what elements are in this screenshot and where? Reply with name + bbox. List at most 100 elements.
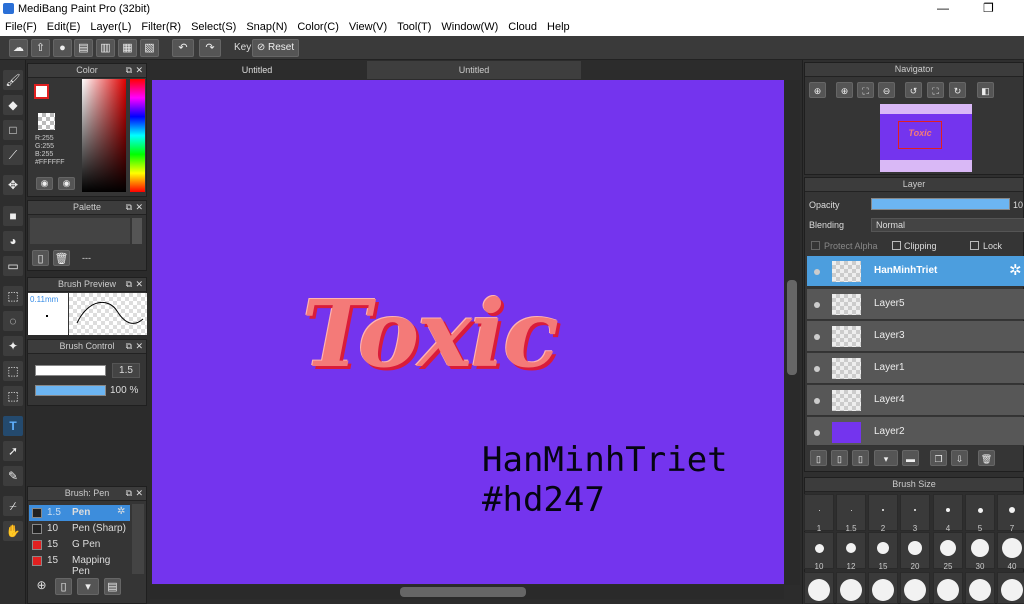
close-icon[interactable]: ✕: [135, 340, 143, 353]
operation-tool-icon[interactable]: ➚: [3, 441, 23, 461]
eraser-tool-icon[interactable]: ◆: [3, 95, 23, 115]
add-brush-icon[interactable]: ⊕: [33, 578, 50, 595]
brush-tool-icon[interactable]: 🖌: [3, 70, 23, 90]
layer-opacity-slider[interactable]: [871, 198, 1010, 210]
undock-icon[interactable]: ⧉: [126, 278, 132, 291]
rotate-left-icon[interactable]: ↺: [905, 82, 922, 98]
minimize-icon[interactable]: —: [937, 1, 949, 15]
zoom-icon[interactable]: ⊕: [809, 82, 826, 98]
tab-untitled-2[interactable]: Untitled: [367, 61, 581, 79]
rotate-right-icon[interactable]: ↻: [949, 82, 966, 98]
fit-icon[interactable]: ⛶: [857, 82, 874, 98]
menu-window[interactable]: Window(W): [436, 21, 503, 33]
brush-opacity-slider[interactable]: [35, 385, 106, 396]
gradient-tool-icon[interactable]: ▭: [3, 256, 23, 276]
divide-tool-icon[interactable]: ✎: [3, 466, 23, 486]
menu-layer[interactable]: Layer(L): [85, 21, 136, 33]
primary-color-swatch[interactable]: [34, 84, 49, 99]
rectangle-tool-icon[interactable]: □: [3, 120, 23, 140]
lock-checkbox[interactable]: [970, 241, 979, 250]
brush-menu-icon[interactable]: ▾: [77, 578, 99, 595]
brush-size-slider[interactable]: [35, 365, 106, 376]
brush-settings-icon[interactable]: ▤: [104, 578, 121, 595]
add-layer-menu-icon[interactable]: ▾: [874, 450, 898, 466]
protect-alpha-checkbox[interactable]: [811, 241, 820, 250]
redo-icon[interactable]: ↷: [199, 39, 221, 57]
vertical-scroll-thumb[interactable]: [787, 280, 797, 375]
menu-cloud[interactable]: Cloud: [503, 21, 542, 33]
close-icon[interactable]: ✕: [135, 64, 143, 77]
message-icon[interactable]: ▤: [74, 39, 93, 57]
menu-snap[interactable]: Snap(N): [241, 21, 292, 33]
eyedropper-icon[interactable]: ⌿: [3, 496, 23, 516]
hue-slider[interactable]: [130, 79, 145, 192]
new-halftone-layer-icon[interactable]: ▯: [831, 450, 848, 466]
new-8bit-layer-icon[interactable]: ▯: [852, 450, 869, 466]
undock-icon[interactable]: ⧉: [126, 340, 132, 353]
brush-size-value[interactable]: 1.5: [112, 363, 140, 378]
menu-filter[interactable]: Filter(R): [136, 21, 186, 33]
fit-window-icon[interactable]: ⛶: [927, 82, 944, 98]
reset-button[interactable]: ⊘ Reset: [252, 39, 299, 57]
layer-row-hanminhtriet[interactable]: HanMinhTriet ✲: [807, 256, 1024, 287]
navigator-viewport[interactable]: Toxic: [898, 121, 942, 149]
new-brush-icon[interactable]: ▯: [55, 578, 72, 595]
line-tool-icon[interactable]: ⟋: [3, 145, 23, 165]
brush-item-pen[interactable]: 1.5 Pen ✲: [29, 505, 130, 521]
undock-icon[interactable]: ⧉: [126, 487, 132, 500]
move-tool-icon[interactable]: ✥: [3, 175, 23, 195]
grid-icon[interactable]: ▦: [118, 39, 137, 57]
delete-layer-icon[interactable]: 🗑: [978, 450, 995, 466]
upload-icon[interactable]: ⇧: [31, 39, 50, 57]
visibility-icon[interactable]: [814, 334, 820, 340]
navigator-thumbnail[interactable]: Toxic: [880, 104, 972, 172]
menu-file[interactable]: File(F): [0, 21, 42, 33]
lasso-tool-icon[interactable]: ◌: [3, 311, 23, 331]
new-layer-icon[interactable]: ▯: [810, 450, 827, 466]
document-icon[interactable]: ▥: [96, 39, 115, 57]
tiles-icon[interactable]: ▧: [140, 39, 159, 57]
brush-item-pen-sharp[interactable]: 10 Pen (Sharp): [29, 521, 130, 537]
duplicate-layer-icon[interactable]: ❐: [930, 450, 947, 466]
menu-edit[interactable]: Edit(E): [42, 21, 86, 33]
brush-list-scrollbar[interactable]: [132, 504, 144, 574]
bucket-tool-icon[interactable]: ◕: [3, 231, 23, 251]
brush-item-g-pen[interactable]: 15 G Pen: [29, 537, 130, 553]
visibility-icon[interactable]: [814, 366, 820, 372]
horizontal-scrollbar[interactable]: [150, 585, 784, 599]
cloud-icon[interactable]: ☁: [9, 39, 28, 57]
select-eraser-icon[interactable]: ⬚: [3, 386, 23, 406]
brush-item-mapping-pen[interactable]: 15 Mapping Pen: [29, 553, 130, 577]
magic-wand-icon[interactable]: ✦: [3, 336, 23, 356]
comment-icon[interactable]: ●: [53, 39, 72, 57]
undo-icon[interactable]: ↶: [172, 39, 194, 57]
merge-layer-icon[interactable]: ⇩: [951, 450, 968, 466]
layer-row-layer1[interactable]: Layer1: [807, 353, 1024, 384]
menu-color[interactable]: Color(C): [292, 21, 344, 33]
zoom-in-icon[interactable]: ⊕: [836, 82, 853, 98]
layer-row-layer4[interactable]: Layer4: [807, 385, 1024, 416]
visibility-icon[interactable]: [814, 269, 820, 275]
gear-icon[interactable]: ✲: [117, 506, 125, 517]
menu-help[interactable]: Help: [542, 21, 575, 33]
palette-scrollbar[interactable]: [132, 218, 142, 244]
transparent-swatch[interactable]: [38, 113, 55, 130]
select-tool-icon[interactable]: ⬚: [3, 286, 23, 306]
saturation-value-picker[interactable]: [82, 79, 126, 192]
menu-select[interactable]: Select(S): [186, 21, 241, 33]
vertical-scrollbar[interactable]: [784, 80, 800, 585]
clipping-checkbox[interactable]: [892, 241, 901, 250]
tab-untitled-1[interactable]: Untitled: [150, 61, 364, 79]
undock-icon[interactable]: ⧉: [126, 64, 132, 77]
gear-icon[interactable]: ✲: [1009, 261, 1022, 279]
horizontal-scroll-thumb[interactable]: [400, 587, 526, 597]
flip-icon[interactable]: ◧: [977, 82, 994, 98]
layer-row-layer5[interactable]: Layer5: [807, 289, 1024, 320]
delete-palette-icon[interactable]: 🗑: [53, 250, 70, 266]
visibility-icon[interactable]: [814, 398, 820, 404]
close-icon[interactable]: ✕: [135, 487, 143, 500]
color-settings-icon[interactable]: ◉: [58, 177, 75, 190]
text-tool-icon[interactable]: T: [3, 416, 23, 436]
maximize-icon[interactable]: ❐: [983, 1, 994, 15]
fill-rect-tool-icon[interactable]: ■: [3, 206, 23, 226]
